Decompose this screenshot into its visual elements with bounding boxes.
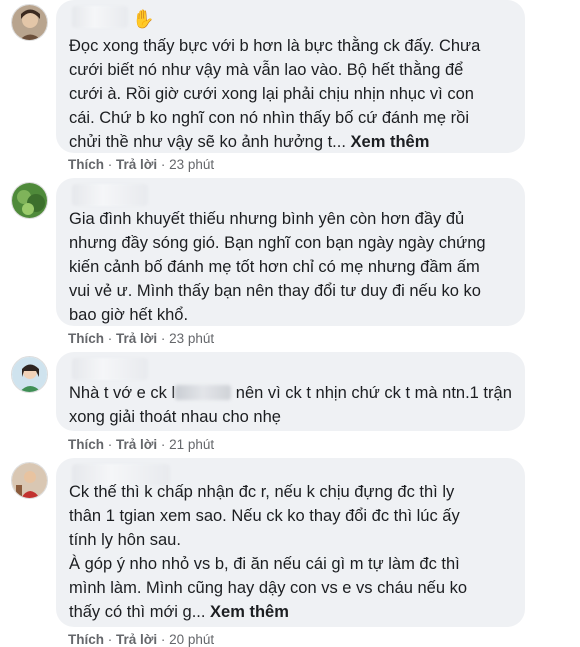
separator: ·	[157, 331, 170, 346]
avatar[interactable]	[11, 4, 48, 41]
like-button[interactable]: Thích	[68, 157, 104, 172]
timestamp[interactable]: 20 phút	[169, 632, 214, 647]
author-name[interactable]	[72, 6, 128, 28]
separator: ·	[104, 632, 116, 647]
reply-button[interactable]: Trả lời	[116, 632, 157, 647]
like-button[interactable]: Thích	[68, 331, 104, 346]
reply-button[interactable]: Trả lời	[116, 157, 157, 172]
waving-hand-icon: ✋	[132, 9, 155, 29]
reply-button[interactable]: Trả lời	[116, 331, 157, 346]
see-more-link[interactable]: Xem thêm	[210, 603, 289, 621]
comment-actions: Thích · Trả lời · 21 phút	[68, 437, 214, 452]
comment-actions: Thích · Trả lời · 23 phút	[68, 157, 214, 172]
comment-bubble: Ck thế thì k chấp nhận đc r, nếu k chịu …	[56, 458, 525, 627]
timestamp[interactable]: 23 phút	[169, 331, 214, 346]
separator: ·	[104, 157, 116, 172]
avatar[interactable]	[11, 462, 48, 499]
comment-bubble: Nhà t vớ e ck l nên vì ck t nhịn chứ ck …	[56, 352, 525, 431]
like-button[interactable]: Thích	[68, 632, 104, 647]
separator: ·	[104, 437, 116, 452]
comment-text: Ck thế thì k chấp nhận đc r, nếu k chịu …	[69, 483, 468, 621]
like-button[interactable]: Thích	[68, 437, 104, 452]
separator: ·	[157, 157, 170, 172]
avatar[interactable]	[11, 356, 48, 393]
timestamp[interactable]: 23 phút	[169, 157, 214, 172]
comment-actions: Thích · Trả lời · 20 phút	[68, 632, 214, 647]
see-more-link[interactable]: Xem thêm	[351, 133, 430, 151]
comment-actions: Thích · Trả lời · 23 phút	[68, 331, 214, 346]
comment-bubble: Gia đình khuyết thiếu nhưng bình yên còn…	[56, 178, 525, 326]
author-name[interactable]	[72, 184, 148, 206]
redacted-word	[175, 385, 232, 400]
author-name[interactable]	[72, 358, 148, 380]
timestamp[interactable]: 21 phút	[169, 437, 214, 452]
separator: ·	[157, 437, 170, 452]
separator: ·	[157, 632, 170, 647]
comment-bubble: ✋ Đọc xong thấy bực với b hơn là bực thằ…	[56, 0, 525, 153]
separator: ·	[104, 331, 116, 346]
comment-text-start: Nhà t vớ e ck l	[69, 384, 176, 402]
reply-button[interactable]: Trả lời	[116, 437, 157, 452]
avatar[interactable]	[11, 182, 48, 219]
comment-text: Gia đình khuyết thiếu nhưng bình yên còn…	[69, 210, 486, 324]
